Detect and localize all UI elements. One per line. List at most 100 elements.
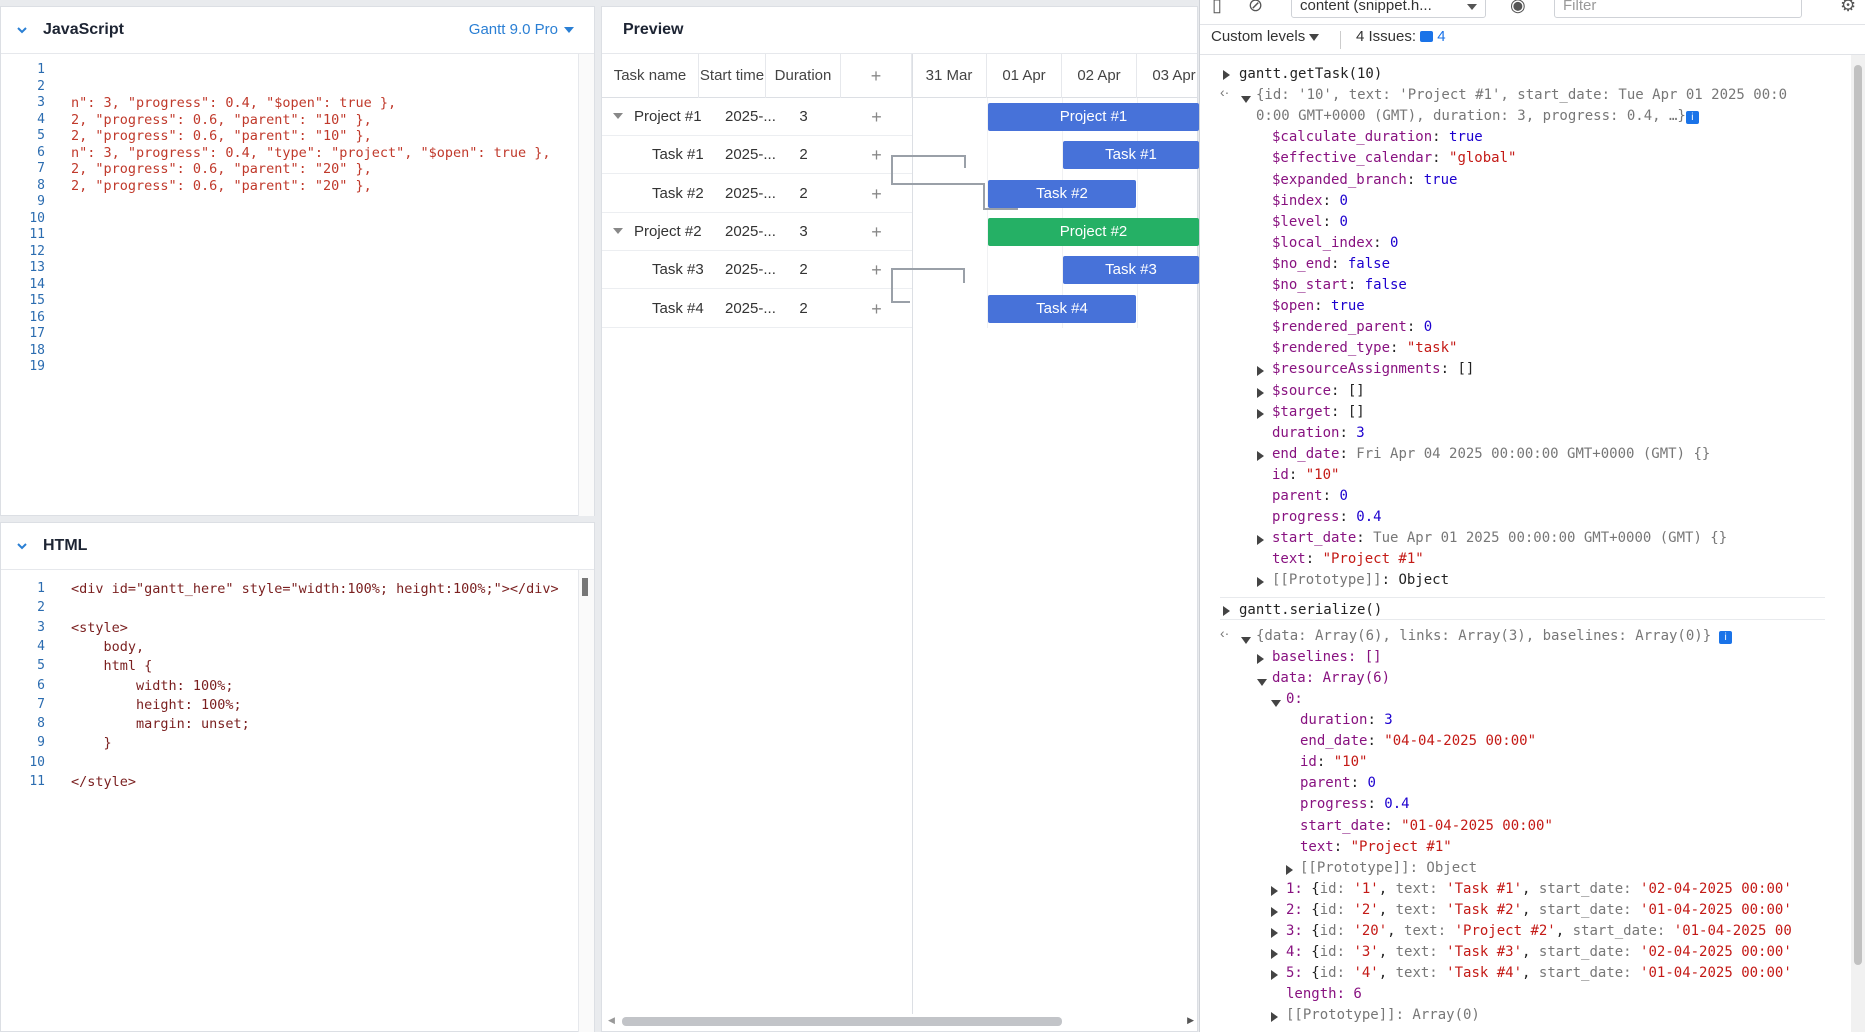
- property-value: "01-04-2025 00:00": [1401, 817, 1553, 834]
- expand-arrow-right-icon[interactable]: [1223, 70, 1230, 80]
- expand-arrow-right-icon[interactable]: [1257, 387, 1264, 398]
- line-number: 17: [29, 326, 45, 341]
- console-text: {id: '10', text: 'Project #1', start_dat…: [1256, 87, 1788, 104]
- property-value: []: [1347, 382, 1365, 399]
- link-line[interactable]: [891, 268, 965, 303]
- key: text:: [1404, 923, 1455, 939]
- expand-arrow-right-icon[interactable]: [1271, 928, 1278, 938]
- javascript-editor[interactable]: 1 2 3 4 5 6 7 8 9 10 11 12 13 14 15 16 17 18 19 n": 3, "pro…: [1, 54, 594, 516]
- expand-arrow-right-icon[interactable]: [1223, 605, 1230, 616]
- scroll-right-icon[interactable]: ▶: [1187, 1015, 1194, 1026]
- gantt-bar[interactable]: Task #2: [988, 179, 1136, 208]
- devtools-console: ▯ ⊘ content (snippet.h... ◉ Filter ⚙ Cus…: [1199, 0, 1865, 1032]
- brace: {: [1302, 944, 1320, 961]
- expand-arrow-right-icon[interactable]: [1271, 949, 1278, 960]
- expand-arrow-right-icon[interactable]: [1257, 366, 1264, 377]
- filter-input[interactable]: Filter: [1554, 0, 1802, 18]
- key: start_date:: [1538, 965, 1641, 982]
- info-icon[interactable]: i: [1719, 630, 1733, 644]
- separator: :: [1322, 213, 1340, 230]
- key: start_date:: [1572, 923, 1674, 939]
- array-index: 1:: [1286, 880, 1303, 897]
- separator: :: [1367, 733, 1385, 750]
- levels-dropdown[interactable]: Custom levels: [1211, 28, 1320, 45]
- expand-arrow-down-icon[interactable]: [1271, 699, 1281, 707]
- separator: :: [1331, 403, 1348, 420]
- property-key: $local_index: [1272, 234, 1374, 251]
- html-panel-header[interactable]: HTML: [1, 523, 594, 570]
- clear-console-icon[interactable]: ⊘: [1248, 0, 1263, 16]
- object-summary: 0:00 GMT+0000 (GMT), duration: 3, progre…: [1256, 108, 1699, 125]
- separator: :: [1314, 298, 1332, 315]
- expand-arrow-right-icon[interactable]: [1271, 885, 1278, 896]
- expand-arrow-down-icon[interactable]: [1241, 636, 1251, 644]
- expand-arrow-down-icon[interactable]: [1257, 678, 1267, 686]
- expand-arrow-right-icon[interactable]: [1271, 1012, 1278, 1023]
- expand-arrow-down-icon[interactable]: [1241, 96, 1251, 104]
- scroll-left-icon[interactable]: ◀: [608, 1015, 615, 1026]
- expand-arrow-right-icon[interactable]: [1257, 653, 1264, 664]
- gantt-bar[interactable]: Project #1: [988, 103, 1199, 131]
- property-key: end_date: [1300, 733, 1368, 750]
- line-number: 11: [29, 227, 45, 242]
- chevron-down-icon[interactable]: [15, 23, 29, 37]
- html-editor[interactable]: 1 2 3 4 5 6 7 8 9 10 11 <div id="gantt_here" style=…: [1, 570, 594, 1032]
- array-item: 5: {id: '4', text: 'Task #4', start_date…: [1286, 965, 1792, 981]
- expand-arrow-right-icon[interactable]: [1286, 864, 1293, 875]
- separator: ,: [1522, 944, 1539, 961]
- issues-button[interactable]: 4 Issues: 4: [1356, 28, 1446, 45]
- expand-arrow-right-icon[interactable]: [1271, 906, 1278, 917]
- console-scrollbar[interactable]: [1851, 55, 1865, 1032]
- line-number: 6: [37, 677, 45, 693]
- gantt-bar[interactable]: Task #4: [988, 294, 1136, 323]
- expand-arrow-right-icon[interactable]: [1257, 535, 1264, 546]
- gear-icon[interactable]: ⚙: [1840, 0, 1856, 16]
- value: 'Project #2': [1454, 923, 1556, 939]
- console-text: baselines: []: [1272, 648, 1382, 665]
- horizontal-scrollbar[interactable]: ◀ ▶: [608, 1013, 1194, 1027]
- object-property: id: "10": [1300, 754, 1367, 770]
- property-value: "task": [1406, 340, 1458, 357]
- expand-arrow-right-icon[interactable]: [1271, 970, 1278, 981]
- chevron-down-icon[interactable]: [15, 539, 29, 553]
- context-selector[interactable]: content (snippet.h...: [1291, 0, 1486, 18]
- expand-arrow-right-icon[interactable]: [1257, 408, 1264, 419]
- divider: [1220, 596, 1825, 598]
- scroll-thumb[interactable]: [582, 578, 588, 596]
- line-number: 11: [29, 774, 45, 789]
- object-property: text: "Project #1": [1300, 839, 1452, 855]
- console-text: {data: Array(6), links: Array(3), baseli…: [1256, 627, 1712, 644]
- editor-scrollbar[interactable]: [578, 570, 594, 1032]
- gantt-bar[interactable]: Project #2: [988, 217, 1199, 246]
- console-command: gantt.serialize(): [1239, 601, 1383, 618]
- expand-arrow-right-icon[interactable]: [1257, 577, 1264, 588]
- property-value: "global": [1449, 150, 1517, 167]
- gantt-bar[interactable]: Task #3: [1063, 256, 1199, 285]
- sidebar-toggle-icon[interactable]: ▯: [1212, 0, 1222, 16]
- object-summary: {id: '10', text: 'Project #1', start_dat…: [1256, 87, 1787, 103]
- value: '01-04-2025 00:00': [1640, 965, 1792, 982]
- expand-arrow-right-icon[interactable]: [1257, 450, 1264, 461]
- line-number: 3: [37, 619, 45, 635]
- property-value: "Project #1": [1350, 838, 1452, 855]
- object-property: parent: 0: [1272, 488, 1348, 504]
- result-arrow-icon: ‹·: [1220, 624, 1230, 641]
- key: start_date:: [1538, 901, 1641, 918]
- value: 'Task #2': [1446, 901, 1523, 918]
- app: JavaScript Gantt 9.0 Pro 1 2 3 4 5 6 7 8 9 10 11 12…: [0, 0, 1865, 1032]
- separator: ,: [1522, 901, 1539, 918]
- eye-icon[interactable]: ◉: [1510, 0, 1526, 16]
- editor-scrollbar[interactable]: [578, 54, 594, 516]
- property-key: $calculate_duration: [1272, 129, 1433, 146]
- code-line: margin: unset;: [71, 716, 250, 733]
- brace: {: [1302, 901, 1320, 918]
- property-value: 0: [1390, 234, 1399, 251]
- scroll-thumb[interactable]: [622, 1017, 1062, 1026]
- info-icon[interactable]: i: [1685, 111, 1699, 125]
- key: text:: [1395, 965, 1447, 982]
- javascript-panel-header[interactable]: JavaScript Gantt 9.0 Pro: [1, 7, 594, 54]
- scroll-thumb[interactable]: [1854, 65, 1862, 965]
- gantt-bar[interactable]: Task #1: [1063, 141, 1199, 170]
- line-number: 1: [37, 581, 45, 596]
- version-dropdown[interactable]: Gantt 9.0 Pro: [469, 21, 574, 38]
